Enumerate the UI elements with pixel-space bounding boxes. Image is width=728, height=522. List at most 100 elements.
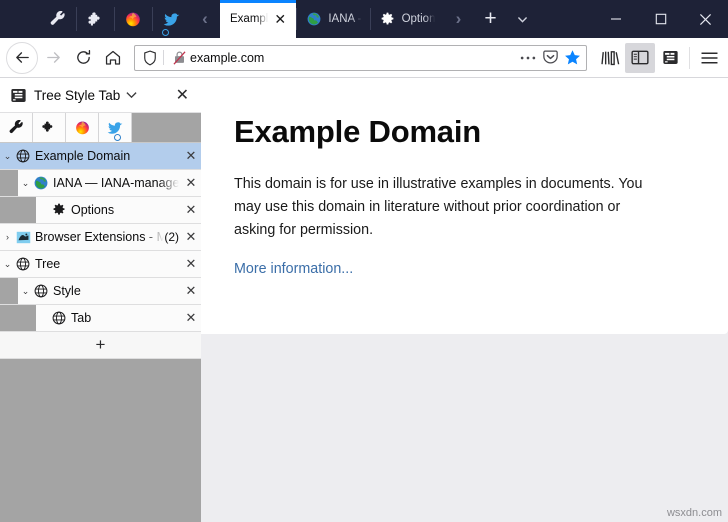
library-icon[interactable]: [595, 43, 625, 73]
sidebar-item-tree[interactable]: ⌄ Tree ✕: [0, 251, 201, 278]
sidebar-item-close-button[interactable]: ✕: [181, 148, 201, 164]
sidebar-close-button[interactable]: ✕: [170, 85, 195, 105]
back-button[interactable]: [6, 41, 38, 74]
sidebar-item-iana[interactable]: ⌄ IANA — IANA-manage ✕: [0, 170, 201, 197]
sidebar-item-label: Example Domain: [35, 149, 131, 163]
url-text[interactable]: example.com: [190, 51, 516, 65]
sidebar-empty-space: [0, 359, 201, 522]
twitter-icon: [163, 11, 180, 28]
sidebar-item-tab[interactable]: Tab ✕: [0, 305, 201, 332]
sidebar-item-close-button[interactable]: ✕: [181, 283, 201, 299]
browser-window: ‹ Exampl ✕ IANA - ✕: [0, 0, 728, 522]
indent-guide: [0, 197, 36, 223]
tab-label: Option: [401, 13, 436, 25]
tab-iana[interactable]: IANA - ✕: [296, 0, 369, 38]
globe-outline-icon: [15, 148, 31, 164]
sidebar-item-close-button[interactable]: ✕: [181, 202, 201, 218]
new-tab-button[interactable]: +: [473, 0, 507, 38]
sidebar-pinned-tab-wrench[interactable]: [0, 113, 33, 142]
puzzle-icon: [41, 120, 57, 136]
watermark: wsxdn.com: [666, 507, 722, 519]
shield-icon[interactable]: [141, 50, 159, 66]
toolbar-right-buttons: [595, 42, 728, 73]
gear-icon: [51, 202, 67, 218]
indent-guide: [0, 278, 18, 304]
sidebar-header: Tree Style Tab ✕: [0, 78, 201, 113]
sidebar-item-label: Tree: [35, 257, 61, 271]
tree-style-tab-icon[interactable]: [655, 43, 685, 73]
chevron-down-icon[interactable]: [126, 91, 137, 99]
sidebar-item-label: IANA — IANA-manage: [53, 176, 179, 190]
puzzle-icon: [87, 11, 104, 28]
content-area: Example Domain This domain is for use in…: [201, 78, 728, 522]
chevron-down-icon[interactable]: ⌄: [0, 151, 15, 162]
globe-outline-icon: [33, 283, 49, 299]
sidebar-item-browser-extensions[interactable]: › Browser Extensions - M (2) ✕: [0, 224, 201, 251]
page-title: Example Domain: [234, 114, 482, 149]
twitter-badge-dot: [114, 134, 121, 141]
sidebar-title: Tree Style Tab: [34, 87, 121, 103]
sidebar-item-label: Browser Extensions - M: [35, 230, 165, 244]
star-icon[interactable]: [562, 49, 582, 66]
sidebar-item-style[interactable]: ⌄ Style ✕: [0, 278, 201, 305]
sidebar-item-options[interactable]: Options ✕: [0, 197, 201, 224]
sidebar-item-example-domain[interactable]: ⌄ Example Domain ✕: [0, 143, 201, 170]
gear-icon: [380, 11, 396, 27]
tab-scroll-left-button[interactable]: ‹: [190, 0, 220, 38]
more-information-link[interactable]: More information...: [234, 261, 353, 277]
sidebar-item-close-button[interactable]: ✕: [181, 229, 201, 245]
sidebar-item-close-button[interactable]: ✕: [181, 175, 201, 191]
sidebar-icon[interactable]: [625, 42, 655, 73]
sidebar-pinned-tab-twitter[interactable]: [99, 113, 132, 142]
pinned-tab-twitter[interactable]: [152, 0, 190, 38]
firefox-icon: [125, 11, 141, 27]
firefox-icon: [75, 120, 90, 135]
pocket-icon[interactable]: [540, 49, 560, 66]
navigation-toolbar: example.com: [0, 38, 728, 78]
wrench-icon: [8, 119, 24, 136]
tab-close-button[interactable]: ✕: [274, 12, 288, 26]
sidebar-item-label: Options: [71, 203, 115, 217]
sidebar-pinned-tabs: [0, 113, 201, 143]
chevron-right-icon[interactable]: ›: [0, 232, 15, 242]
twitter-icon: [107, 120, 123, 136]
pinned-tab-puzzle[interactable]: [76, 0, 114, 38]
blue-square-icon: [15, 229, 31, 245]
chevron-down-icon[interactable]: ⌄: [18, 178, 33, 189]
reload-button[interactable]: [68, 43, 98, 73]
pinned-tab-firefox[interactable]: [114, 0, 152, 38]
page-paragraph: This domain is for use in illustrative e…: [234, 176, 643, 239]
sidebar-item-close-button[interactable]: ✕: [181, 310, 201, 326]
urlbar-divider: [163, 50, 164, 65]
sidebar-item-close-button[interactable]: ✕: [181, 256, 201, 272]
window-minimize-button[interactable]: [593, 0, 638, 38]
window-controls: [593, 0, 728, 38]
crossed-lock-icon[interactable]: [170, 50, 188, 66]
tab-label: Exampl: [230, 13, 269, 25]
page-body: Example Domain This domain is for use in…: [201, 78, 728, 278]
chevron-down-icon[interactable]: ⌄: [0, 259, 15, 270]
sidebar-pinned-tab-puzzle[interactable]: [33, 113, 66, 142]
tab-options[interactable]: Option ✕: [369, 0, 444, 38]
chevron-down-icon[interactable]: ⌄: [18, 286, 33, 297]
globe-outline-icon: [51, 310, 67, 326]
hamburger-menu-icon[interactable]: [694, 43, 724, 73]
web-page-example-domain: Example Domain This domain is for use in…: [201, 78, 728, 334]
globe-color-icon: [33, 175, 49, 191]
url-bar[interactable]: example.com: [134, 44, 587, 71]
titlebar-drag-space: [537, 0, 593, 38]
globe-outline-icon: [15, 256, 31, 272]
page-actions-button[interactable]: [518, 55, 538, 61]
indent-guide: [0, 305, 36, 331]
sidebar-pinned-tab-firefox[interactable]: [66, 113, 99, 142]
window-maximize-button[interactable]: [638, 0, 683, 38]
pinned-tab-wrench[interactable]: [38, 0, 76, 38]
tab-scroll-right-button[interactable]: ›: [443, 0, 473, 38]
window-close-button[interactable]: [683, 0, 728, 38]
tab-example-domain[interactable]: Exampl ✕: [220, 0, 297, 38]
title-bar: ‹ Exampl ✕ IANA - ✕: [0, 0, 728, 38]
forward-button[interactable]: [38, 43, 68, 73]
sidebar-new-tab-button[interactable]: +: [0, 332, 201, 359]
home-button[interactable]: [98, 43, 128, 73]
chevron-down-icon[interactable]: [507, 0, 537, 38]
